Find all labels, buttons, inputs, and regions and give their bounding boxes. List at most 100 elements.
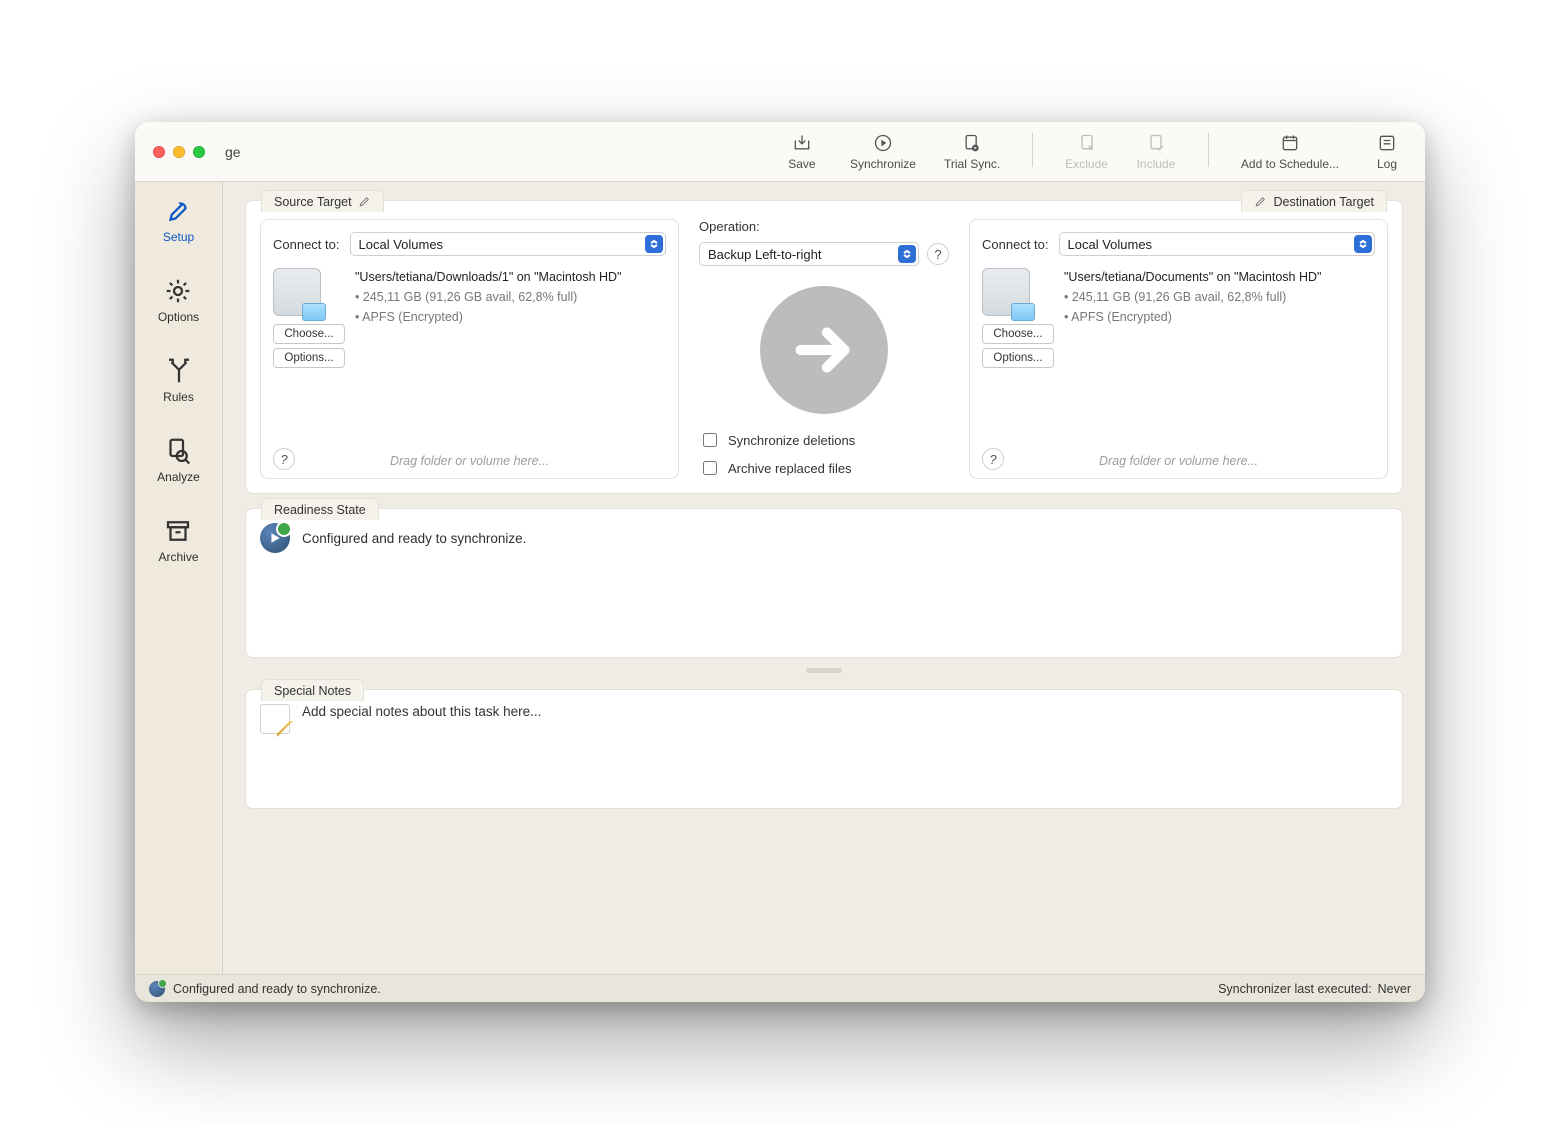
exclude-label: Exclude: [1065, 157, 1108, 171]
destination-options-button[interactable]: Options...: [982, 348, 1054, 368]
gear-icon: [163, 276, 193, 306]
footer-last-value: Never: [1378, 982, 1411, 996]
chevrons-icon: [1354, 235, 1372, 253]
sidebar-item-analyze[interactable]: Analyze: [157, 432, 200, 488]
include-label: Include: [1137, 157, 1176, 171]
operation-select[interactable]: Backup Left-to-right: [699, 242, 919, 266]
sidebar-item-setup[interactable]: Setup: [163, 192, 194, 248]
window-title: ge: [225, 144, 241, 160]
destination-target-box: Connect to: Local Volumes: [969, 219, 1388, 479]
titlebar: ge Save Synchronize Trial Sync. Excl: [135, 122, 1425, 182]
readiness-text: Configured and ready to synchronize.: [302, 531, 526, 546]
save-label: Save: [788, 157, 815, 171]
window-controls: [153, 146, 205, 158]
disk-icon: [273, 268, 321, 316]
source-choose-button[interactable]: Choose...: [273, 324, 345, 344]
trial-sync-button[interactable]: Trial Sync.: [944, 133, 1000, 171]
log-button[interactable]: Log: [1367, 133, 1407, 171]
connect-to-label: Connect to:: [982, 237, 1049, 252]
status-bar: Configured and ready to synchronize. Syn…: [135, 974, 1425, 1002]
source-capacity: • 245,11 GB (91,26 GB avail, 62,8% full): [355, 288, 621, 306]
doc-play-icon: [962, 133, 982, 153]
destination-connect-value: Local Volumes: [1068, 237, 1153, 252]
destination-target-tab: Destination Target: [1241, 190, 1387, 212]
save-button[interactable]: Save: [782, 133, 822, 171]
toolbar: Save Synchronize Trial Sync. Exclude: [782, 133, 1411, 171]
minimize-button[interactable]: [173, 146, 185, 158]
split-arrows-icon: [164, 356, 194, 386]
magnifier-doc-icon: [163, 436, 193, 466]
archive-box-icon: [163, 516, 193, 546]
destination-target-label: Destination Target: [1273, 191, 1374, 213]
sidebar-item-archive[interactable]: Archive: [158, 512, 198, 568]
log-icon: [1377, 133, 1397, 153]
sidebar-item-rules[interactable]: Rules: [163, 352, 194, 408]
archive-replaced-checkbox[interactable]: Archive replaced files: [699, 458, 949, 478]
add-to-schedule-label: Add to Schedule...: [1241, 157, 1339, 171]
pencil-icon[interactable]: [358, 195, 371, 208]
sidebar-item-label: Archive: [158, 550, 198, 564]
operation-value: Backup Left-to-right: [708, 247, 821, 262]
archive-replaced-label: Archive replaced files: [728, 461, 852, 476]
sync-deletions-checkbox[interactable]: Synchronize deletions: [699, 430, 949, 450]
connect-to-label: Connect to:: [273, 237, 340, 252]
destination-choose-button[interactable]: Choose...: [982, 324, 1054, 344]
special-notes-tab: Special Notes: [261, 679, 364, 701]
pencil-icon[interactable]: [1254, 195, 1267, 208]
download-box-icon: [792, 133, 812, 153]
chevrons-icon: [645, 235, 663, 253]
status-icon: [149, 981, 165, 997]
special-notes-text[interactable]: Add special notes about this task here..…: [302, 704, 541, 734]
destination-connect-select[interactable]: Local Volumes: [1059, 232, 1376, 256]
arrow-right-icon: [789, 315, 859, 385]
readiness-tab: Readiness State: [261, 498, 379, 520]
toolbar-separator: [1208, 133, 1209, 167]
destination-help-button[interactable]: ?: [982, 448, 1004, 470]
sidebar: Setup Options Rules Analyze Archive: [135, 182, 223, 974]
toolbar-separator: [1032, 133, 1033, 167]
include-button[interactable]: Include: [1136, 133, 1176, 171]
sidebar-item-label: Rules: [163, 390, 194, 404]
wrench-icon: [163, 196, 193, 226]
source-path: "Users/tetiana/Downloads/1" on "Macintos…: [355, 268, 621, 286]
app-window: ge Save Synchronize Trial Sync. Excl: [135, 122, 1425, 1002]
sidebar-item-label: Analyze: [157, 470, 200, 484]
source-format: • APFS (Encrypted): [355, 308, 621, 326]
source-target-box: Connect to: Local Volumes: [260, 219, 679, 479]
chevrons-icon: [898, 245, 916, 263]
special-notes-tab-label: Special Notes: [274, 680, 351, 702]
footer-last-label: Synchronizer last executed:: [1218, 982, 1372, 996]
close-button[interactable]: [153, 146, 165, 158]
zoom-button[interactable]: [193, 146, 205, 158]
readiness-tab-label: Readiness State: [274, 499, 366, 521]
footer-status: Configured and ready to synchronize.: [173, 982, 381, 996]
synchronize-label: Synchronize: [850, 157, 916, 171]
direction-indicator: [760, 286, 888, 414]
play-circle-icon: [873, 133, 893, 153]
exclude-button[interactable]: Exclude: [1065, 133, 1108, 171]
source-connect-select[interactable]: Local Volumes: [350, 232, 667, 256]
add-to-schedule-button[interactable]: Add to Schedule...: [1241, 133, 1339, 171]
disk-icon: [982, 268, 1030, 316]
split-grip[interactable]: [806, 668, 842, 673]
source-target-label: Source Target: [274, 191, 352, 213]
doc-x-icon: [1077, 133, 1097, 153]
operation-label: Operation:: [699, 219, 949, 234]
doc-check-icon: [1146, 133, 1166, 153]
source-connect-value: Local Volumes: [359, 237, 444, 252]
destination-capacity: • 245,11 GB (91,26 GB avail, 62,8% full): [1064, 288, 1321, 306]
operation-help-button[interactable]: ?: [927, 243, 949, 265]
operation-column: Operation: Backup Left-to-right ?: [699, 219, 949, 478]
source-help-button[interactable]: ?: [273, 448, 295, 470]
source-options-button[interactable]: Options...: [273, 348, 345, 368]
content-area: Source Target Destination Target Connec: [223, 182, 1425, 974]
ready-status-icon: [260, 523, 290, 553]
sidebar-item-label: Setup: [163, 230, 194, 244]
destination-path: "Users/tetiana/Documents" on "Macintosh …: [1064, 268, 1321, 286]
synchronize-button[interactable]: Synchronize: [850, 133, 916, 171]
trial-sync-label: Trial Sync.: [944, 157, 1000, 171]
destination-drop-hint: Drag folder or volume here...: [1099, 454, 1258, 468]
sidebar-item-options[interactable]: Options: [158, 272, 199, 328]
sync-deletions-label: Synchronize deletions: [728, 433, 855, 448]
sidebar-item-label: Options: [158, 310, 199, 324]
